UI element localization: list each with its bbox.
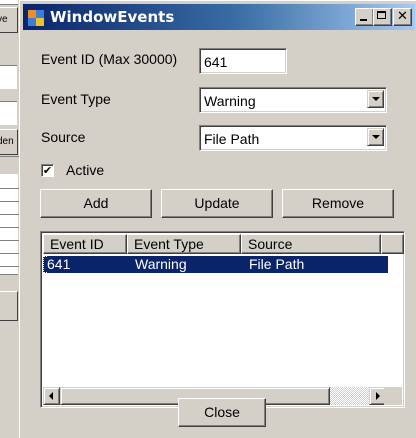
close-window-button[interactable]: ✕ (393, 8, 412, 26)
background-divider (0, 156, 19, 157)
background-column-header[interactable]: den (0, 129, 18, 155)
chevron-right-icon (376, 392, 380, 400)
app-icon (28, 10, 44, 26)
row-event-id: 641 (47, 256, 71, 272)
active-label[interactable]: Active (66, 162, 104, 178)
event-type-label: Event Type (41, 91, 111, 107)
background-divider (0, 240, 19, 241)
background-button[interactable] (0, 291, 18, 321)
scrollbar-corner (384, 387, 402, 405)
column-header-event-id[interactable]: Event ID (43, 234, 127, 254)
maximize-button[interactable] (373, 8, 392, 26)
background-list (0, 174, 18, 275)
background-divider (0, 227, 19, 228)
close-button[interactable]: Close (178, 398, 266, 427)
scroll-left-button[interactable] (43, 387, 60, 405)
event-type-select[interactable]: Warning (199, 87, 387, 113)
background-divider (0, 188, 19, 189)
source-select[interactable]: File Path (199, 125, 387, 151)
table-row[interactable]: 641 Warning File Path (43, 256, 388, 273)
row-event-type: Warning (135, 256, 187, 272)
event-type-value: Warning (204, 93, 256, 109)
minimize-button[interactable] (355, 8, 374, 26)
source-dropdown-button[interactable] (367, 128, 384, 146)
source-value: File Path (204, 131, 260, 147)
title-bar[interactable]: WindowEvents ✕ (23, 4, 415, 30)
background-field[interactable] (0, 65, 17, 89)
active-checkbox[interactable]: ✔ (41, 164, 54, 177)
event-type-dropdown-button[interactable] (367, 90, 384, 108)
events-list[interactable]: Event ID Event Type Source 641 Warning F… (40, 231, 405, 408)
add-button[interactable]: Add (40, 189, 152, 218)
row-source: File Path (249, 256, 305, 272)
background-divider (0, 266, 19, 267)
remove-button[interactable]: Remove (282, 189, 394, 218)
list-header: Event ID Event Type Source (43, 234, 404, 254)
event-id-input[interactable]: 641 (199, 48, 287, 74)
column-header-source[interactable]: Source (241, 234, 381, 254)
chevron-left-icon (49, 392, 53, 400)
chevron-down-icon (372, 135, 380, 139)
column-header-event-type[interactable]: Event Type (127, 234, 241, 254)
checkmark-icon: ✔ (42, 164, 53, 177)
event-id-label: Event ID (Max 30000) (41, 51, 178, 67)
background-field (0, 0, 18, 5)
background-field[interactable] (0, 101, 17, 125)
background-button[interactable]: ve (0, 7, 18, 33)
source-label: Source (41, 129, 86, 145)
update-button[interactable]: Update (161, 189, 273, 218)
background-divider (0, 201, 19, 202)
background-divider (0, 253, 19, 254)
chevron-down-icon (372, 97, 380, 101)
column-header-filler (381, 234, 404, 254)
window-title: WindowEvents (50, 8, 175, 26)
close-icon: ✕ (397, 9, 408, 24)
window-events-dialog: WindowEvents ✕ Event ID (Max 30000) 641 … (19, 0, 416, 438)
event-id-value: 641 (204, 54, 228, 70)
background-divider (0, 214, 19, 215)
